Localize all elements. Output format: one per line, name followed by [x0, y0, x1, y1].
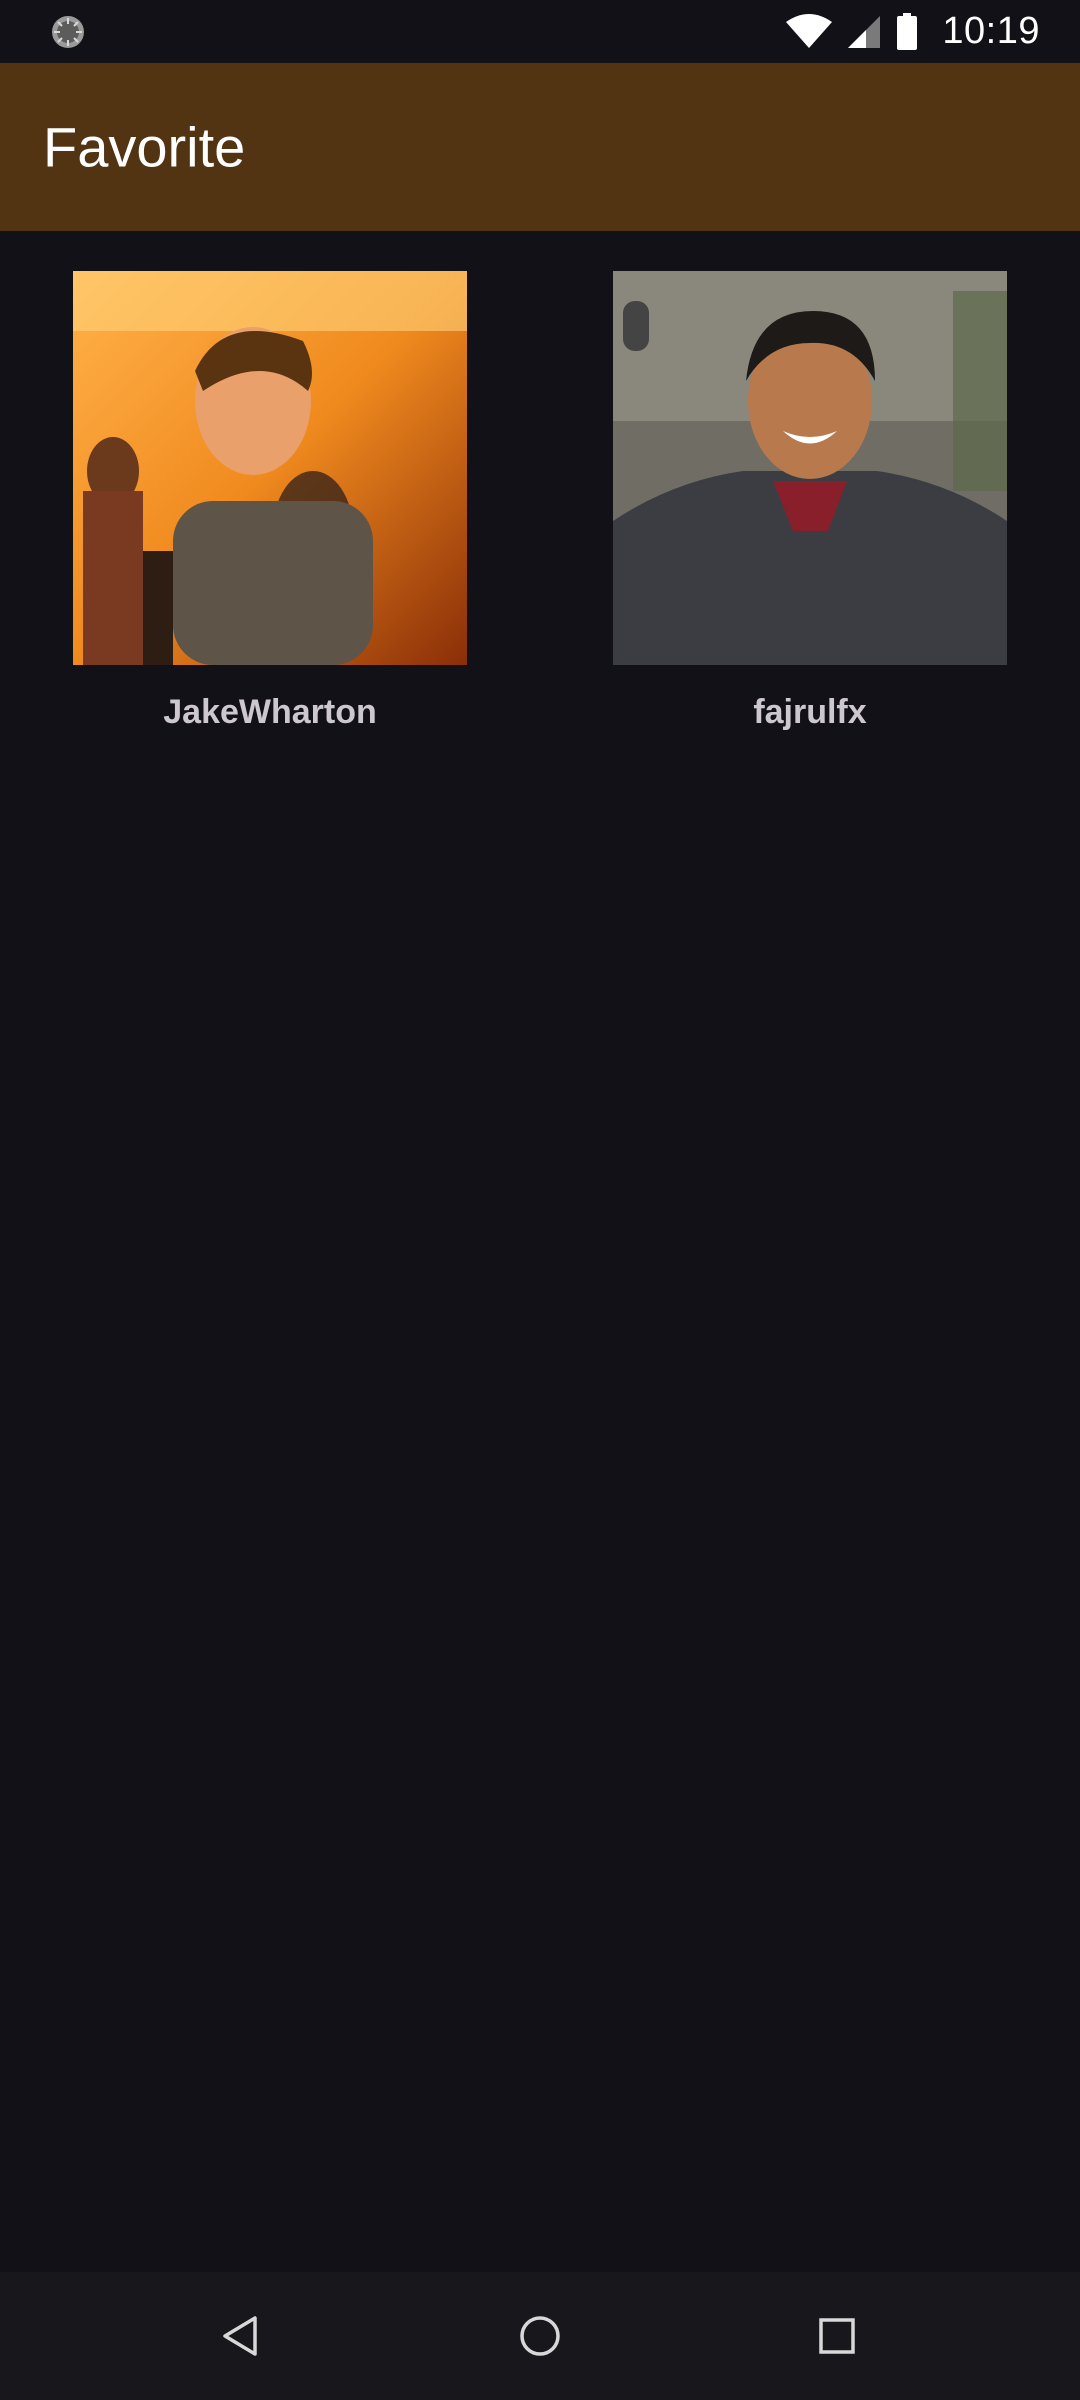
nav-recent-apps-button[interactable] [803, 2302, 871, 2370]
app-notification-icon [52, 16, 84, 48]
battery-icon [897, 12, 918, 50]
username-label: fajrulfx [753, 693, 867, 731]
nav-back-button[interactable] [207, 2302, 275, 2370]
system-nav-bar [0, 2272, 1080, 2400]
favorite-user-card[interactable]: fajrulfx [613, 271, 1007, 732]
user-avatar [73, 271, 467, 665]
back-icon [223, 2316, 257, 2356]
status-time: 10:19 [942, 10, 1040, 52]
wifi-icon [786, 13, 833, 48]
user-avatar [613, 271, 1007, 665]
home-icon [520, 2316, 560, 2356]
username-label: JakeWharton [163, 693, 377, 731]
cellular-signal-icon [848, 15, 881, 48]
nav-home-button[interactable] [506, 2302, 574, 2370]
app-bar: Favorite [0, 63, 1080, 231]
favorite-user-card[interactable]: JakeWharton [73, 271, 467, 732]
page-title: Favorite [43, 115, 246, 179]
recent-apps-icon [819, 2318, 855, 2354]
status-bar: 10:19 [0, 0, 1080, 63]
